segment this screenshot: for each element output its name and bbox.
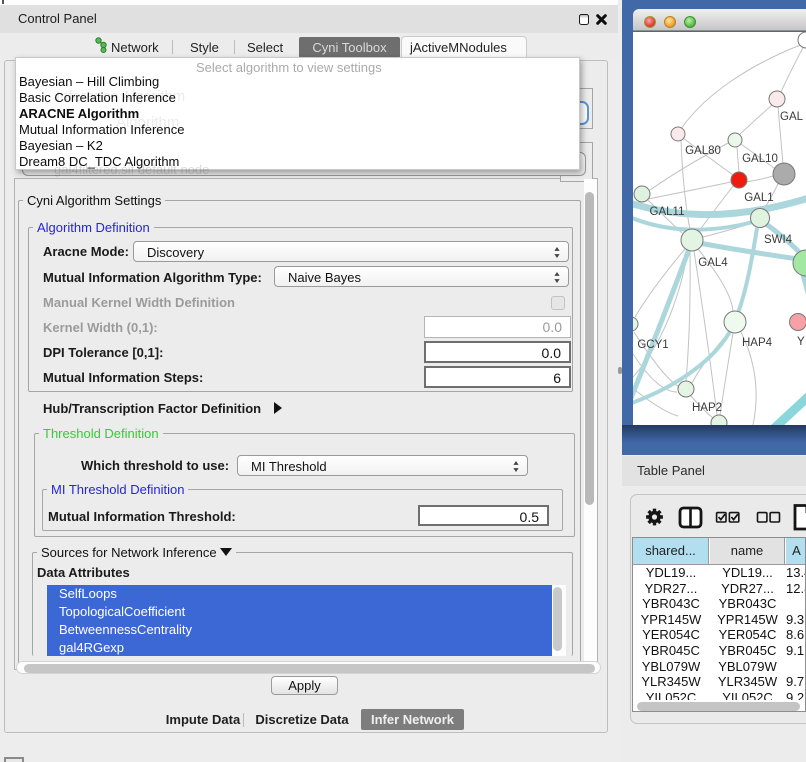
svg-text:GAL1: GAL1 (744, 192, 773, 204)
svg-text:GAL11: GAL11 (650, 206, 685, 218)
svg-text:HAP4: HAP4 (742, 337, 773, 349)
svg-text:GAL: GAL (780, 111, 804, 123)
svg-text:GCY1: GCY1 (637, 339, 668, 351)
svg-text:HAP2: HAP2 (692, 402, 722, 414)
svg-text:SWI4: SWI4 (764, 234, 793, 246)
svg-text:Y: Y (797, 336, 805, 348)
svg-text:GAL10: GAL10 (742, 153, 778, 165)
svg-text:GAL4: GAL4 (698, 257, 728, 269)
svg-text:GAL80: GAL80 (685, 145, 721, 157)
